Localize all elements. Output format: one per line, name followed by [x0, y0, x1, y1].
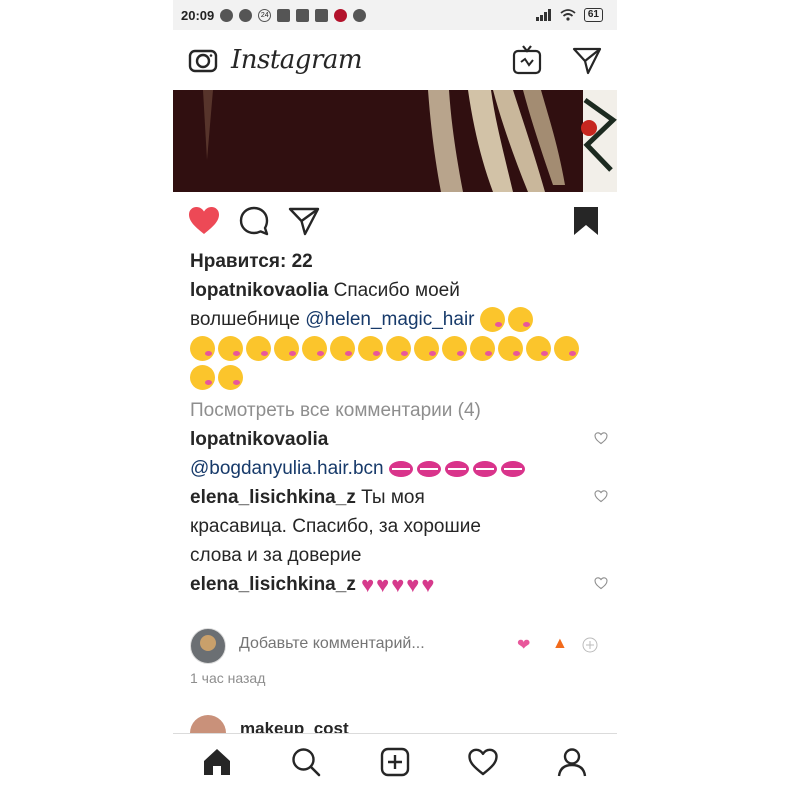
kiss-emoji-icon — [358, 335, 383, 361]
comment-text-line1: Ты моя — [355, 487, 425, 508]
instagram-logo: Instagram — [231, 45, 363, 75]
badge-notification-icon: 24 — [258, 8, 272, 22]
kiss-emoji-icon — [190, 335, 215, 361]
comment-username[interactable]: elena_lisichkina_z — [190, 487, 356, 508]
comment-like-heart-icon[interactable] — [594, 576, 608, 590]
add-emoji-icon[interactable] — [582, 637, 598, 653]
add-comment-input[interactable] — [237, 634, 481, 654]
kiss-emoji-icon — [479, 307, 505, 333]
saved-bookmark-icon[interactable] — [569, 204, 603, 238]
pink-heart-icon: ♥ — [406, 572, 420, 598]
kiss-emoji-icon — [442, 335, 467, 361]
igtv-icon[interactable] — [511, 44, 543, 76]
kiss-emoji-icon — [274, 335, 299, 361]
pink-heart-icon: ♥ — [421, 572, 435, 598]
signal-icon — [535, 9, 551, 21]
new-post-icon[interactable] — [379, 746, 411, 778]
kiss-emoji-icon — [507, 307, 533, 333]
comment-mention[interactable]: @bogdanyulia.hair.bcn — [190, 458, 384, 479]
comment-like-heart-icon[interactable] — [594, 489, 608, 503]
comment-item: lopatnikovaolia @bogdanyulia.hair.bcn — [190, 425, 608, 483]
kiss-emoji-icon — [330, 335, 355, 361]
kiss-mark-icon — [416, 460, 441, 477]
kiss-emoji-icon — [190, 364, 215, 390]
share-icon[interactable] — [287, 204, 321, 238]
profile-icon[interactable] — [556, 746, 588, 778]
youtube-notification-icon-2 — [315, 8, 329, 22]
comment-like-heart-icon[interactable] — [594, 431, 608, 445]
add-comment-row: ❤ ▲ — [190, 628, 600, 664]
like-heart-icon[interactable] — [187, 204, 221, 238]
status-indicators: 61 — [535, 8, 603, 22]
youtube-notification-icon — [296, 8, 310, 22]
sync-notification-icon — [353, 8, 367, 22]
comment-text-line2: красавица. Спасибо, за хорошие — [190, 516, 481, 537]
status-time: 20:09 — [181, 7, 215, 23]
kiss-emoji-icon — [554, 335, 579, 361]
search-icon[interactable] — [290, 746, 322, 778]
app-header: Instagram — [173, 30, 617, 91]
battery-icon: 61 — [583, 8, 603, 22]
status-bar: 20:09 24 61 — [173, 0, 617, 30]
kiss-emoji-icon — [246, 335, 271, 361]
rose-notification-icon — [334, 8, 348, 22]
kiss-mark-icon — [444, 460, 469, 477]
kiss-mark-icon — [472, 460, 497, 477]
kiss-emoji-icon — [218, 364, 243, 390]
kiss-emoji-icon — [414, 335, 439, 361]
instagram-app: 20:09 24 61 Instagram Нравится: 22 lopat… — [173, 0, 617, 790]
notification-icons: 24 — [220, 8, 367, 22]
post-actions — [173, 200, 617, 244]
comment-text-line3: слова и за доверие — [190, 545, 362, 566]
post-photo-content — [173, 90, 617, 192]
post-details: Нравится: 22 lopatnikovaolia Спасибо мое… — [190, 248, 608, 599]
caption-emoji-row — [190, 334, 600, 363]
kiss-emoji-icon — [470, 335, 495, 361]
kiss-emoji-icon — [526, 335, 551, 361]
comment-item: elena_lisichkina_z Ты моя красавица. Спа… — [190, 483, 608, 570]
caption-username[interactable]: lopatnikovaolia — [190, 280, 328, 301]
kiss-emoji-icon — [218, 335, 243, 361]
caption-text-line1: Спасибо моей — [328, 280, 460, 301]
kiss-emoji-icon — [302, 335, 327, 361]
direct-message-icon[interactable] — [571, 44, 603, 76]
activity-heart-icon[interactable] — [467, 746, 499, 778]
kiss-mark-icon — [500, 460, 525, 477]
fire-emoji-quick-reaction[interactable]: ▲ — [552, 635, 568, 653]
check-notification-icon — [239, 8, 253, 22]
wifi-icon — [560, 9, 576, 21]
camera-icon[interactable] — [187, 44, 219, 76]
pink-heart-icon: ♥ — [391, 572, 405, 598]
trash-notification-icon — [277, 8, 291, 22]
likes-count[interactable]: Нравится: 22 — [190, 248, 600, 276]
post-timestamp: 1 час назад — [190, 670, 266, 686]
post-photo[interactable] — [173, 90, 617, 192]
next-post-header[interactable]: makeup_cost — [190, 715, 600, 735]
caption-mention[interactable]: @helen_magic_hair — [305, 309, 474, 330]
caption-emoji-row-2 — [190, 363, 600, 392]
message-notification-icon — [220, 8, 234, 22]
pink-heart-icon: ♥ — [376, 572, 390, 598]
kiss-emoji-icon — [386, 335, 411, 361]
next-post-avatar[interactable] — [190, 715, 226, 735]
caption: lopatnikovaolia Спасибо моей — [190, 276, 600, 305]
current-user-avatar[interactable] — [190, 628, 226, 664]
pink-heart-icon: ♥ — [361, 572, 375, 598]
view-all-comments-link[interactable]: Посмотреть все комментарии (4) — [190, 396, 600, 425]
heart-emoji-quick-reaction[interactable]: ❤ — [517, 635, 530, 655]
caption-line2: волшебнице @helen_magic_hair — [190, 305, 600, 334]
caption-text-line2: волшебнице — [190, 309, 306, 330]
bottom-navigation — [173, 733, 617, 790]
home-icon[interactable] — [201, 746, 233, 778]
comment-item: elena_lisichkina_z ♥♥♥♥♥ — [190, 570, 608, 599]
comment-icon[interactable] — [237, 204, 271, 238]
comment-username[interactable]: elena_lisichkina_z — [190, 574, 356, 595]
kiss-mark-icon — [388, 460, 413, 477]
kiss-emoji-icon — [498, 335, 523, 361]
comment-username[interactable]: lopatnikovaolia — [190, 429, 328, 450]
